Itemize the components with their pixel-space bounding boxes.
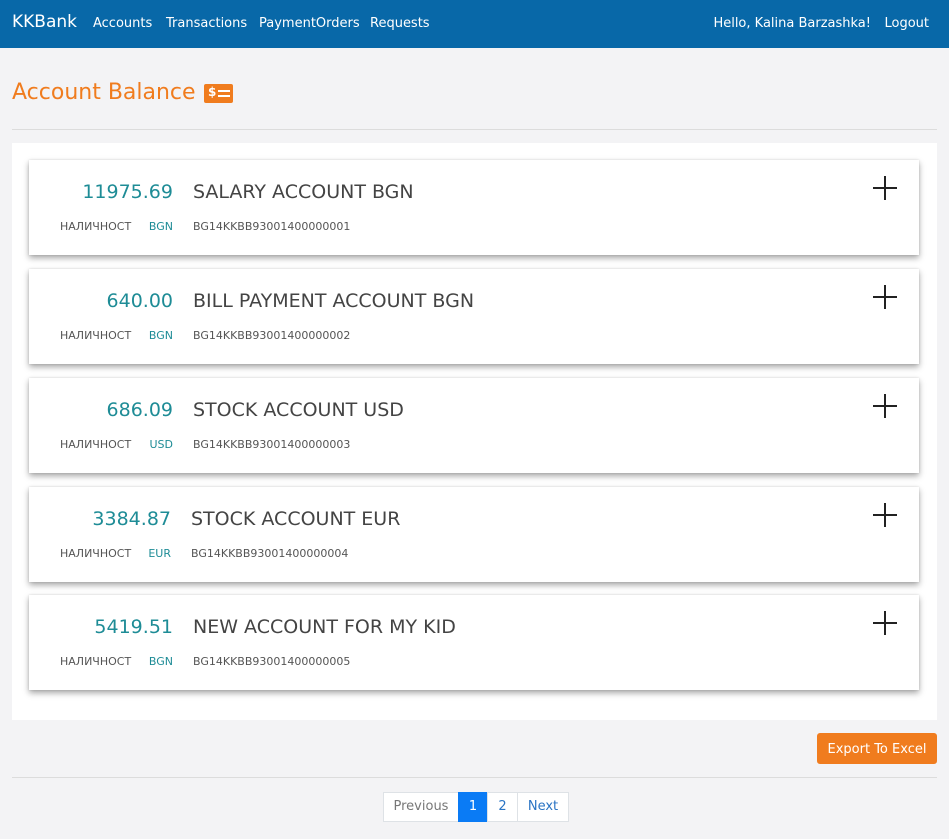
availability-label: НАЛИЧНОСТ [60,547,132,560]
logout-link[interactable]: Logout [884,16,929,31]
account-balance: 640.00 [106,290,173,312]
title-divider [12,129,937,130]
pagination: Previous 1 2 Next [383,792,569,822]
account-currency: BGN [148,655,173,668]
availability-label: НАЛИЧНОСТ [60,220,132,233]
account-card[interactable]: 686.09 STOCK ACCOUNT USD НАЛИЧНОСТ USD B… [29,378,919,473]
account-card[interactable]: 3384.87 STOCK ACCOUNT EUR НАЛИЧНОСТ EUR … [29,487,919,582]
money-bill-icon: $ [204,84,233,103]
account-iban: BG14KKBB93001400000005 [193,655,351,668]
account-card[interactable]: 5419.51 NEW ACCOUNT FOR MY KID НАЛИЧНОСТ… [29,595,919,690]
footer-divider [12,777,937,778]
bill-lines-decoration [218,90,230,97]
expand-plus-icon[interactable] [873,176,897,200]
user-greeting: Hello, Kalina Barzashka! [713,16,871,31]
account-name: STOCK ACCOUNT EUR [191,508,401,530]
account-balance: 11975.69 [82,181,173,203]
export-to-excel-button[interactable]: Export To Excel [817,733,937,764]
account-name: SALARY ACCOUNT BGN [193,181,414,203]
account-currency: BGN [148,220,173,233]
account-iban: BG14KKBB93001400000002 [193,329,351,342]
expand-plus-icon[interactable] [873,394,897,418]
top-navbar: KKBank Accounts Transactions PaymentOrde… [0,0,949,48]
account-currency: EUR [148,547,171,560]
availability-label: НАЛИЧНОСТ [60,655,132,668]
account-iban: BG14KKBB93001400000001 [193,220,351,233]
account-name: STOCK ACCOUNT USD [193,399,404,421]
account-card[interactable]: 640.00 BILL PAYMENT ACCOUNT BGN НАЛИЧНОС… [29,269,919,364]
availability-label: НАЛИЧНОСТ [60,329,132,342]
availability-label: НАЛИЧНОСТ [60,438,132,451]
pagination-page-2[interactable]: 2 [487,792,518,822]
pagination-previous[interactable]: Previous [383,792,459,822]
account-currency: USD [149,438,173,451]
nav-link-payment-orders[interactable]: PaymentOrders [259,16,360,31]
account-name: NEW ACCOUNT FOR MY KID [193,616,456,638]
account-balance: 3384.87 [92,508,171,530]
page-title: Account Balance [12,80,196,105]
pagination-next[interactable]: Next [517,792,569,822]
account-balance: 686.09 [106,399,173,421]
expand-plus-icon[interactable] [873,503,897,527]
nav-link-requests[interactable]: Requests [370,16,430,31]
expand-plus-icon[interactable] [873,611,897,635]
account-iban: BG14KKBB93001400000003 [193,438,351,451]
account-name: BILL PAYMENT ACCOUNT BGN [193,290,475,312]
pagination-page-1[interactable]: 1 [458,792,488,822]
dollar-sign-glyph: $ [208,85,217,99]
account-currency: BGN [148,329,173,342]
account-balance: 5419.51 [94,616,173,638]
account-iban: BG14KKBB93001400000004 [191,547,349,560]
expand-plus-icon[interactable] [873,285,897,309]
account-card[interactable]: 11975.69 SALARY ACCOUNT BGN НАЛИЧНОСТ BG… [29,160,919,255]
nav-link-accounts[interactable]: Accounts [93,16,152,31]
brand-logo[interactable]: KKBank [12,12,77,32]
nav-link-transactions[interactable]: Transactions [166,16,247,31]
